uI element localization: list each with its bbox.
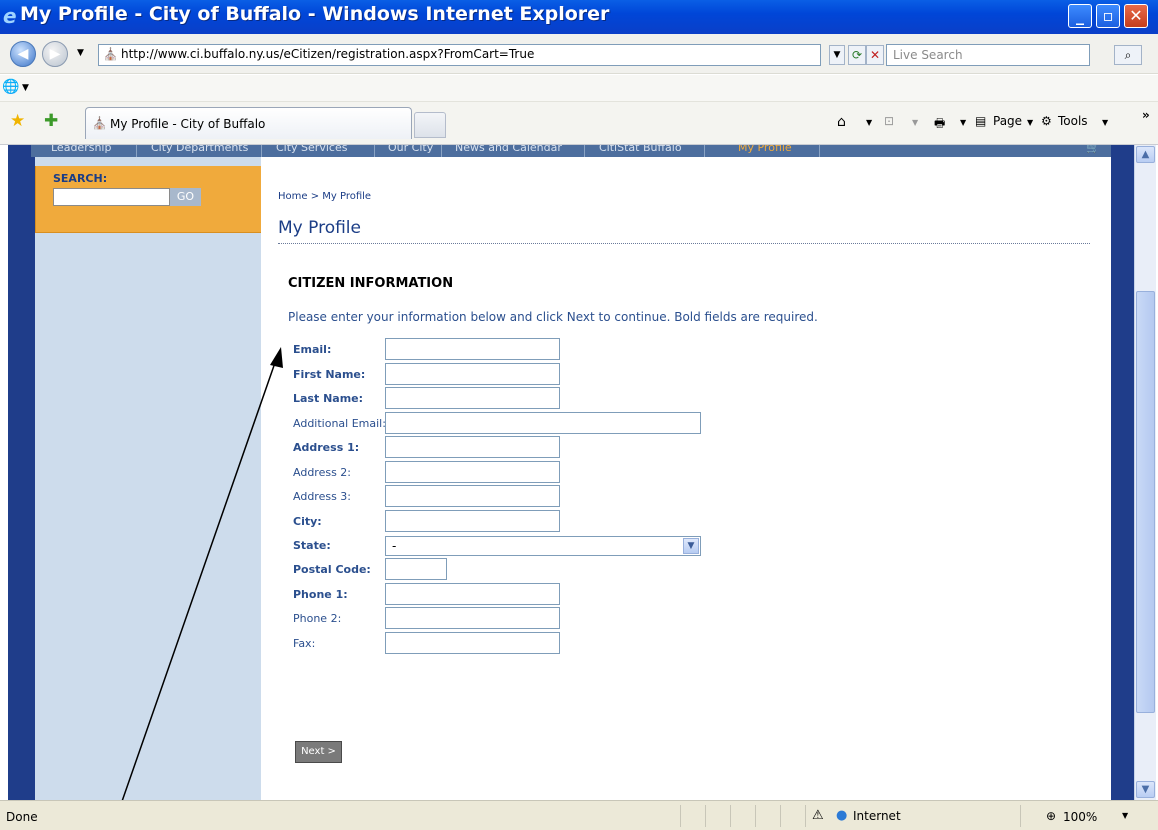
zone-label[interactable]: Internet	[853, 809, 901, 823]
status-text: Done	[6, 810, 38, 824]
annotation-arrow	[111, 347, 283, 830]
status-bar: Done ⚠ ● Internet ⊕ 100% ▼	[0, 800, 1158, 830]
protected-mode-icon[interactable]: ⚠	[812, 808, 824, 823]
zoom-icon[interactable]: ⊕	[1046, 809, 1056, 823]
internet-zone-icon: ●	[836, 808, 848, 823]
zoom-dropdown-icon[interactable]: ▼	[1122, 811, 1128, 820]
zoom-level[interactable]: 100%	[1063, 810, 1097, 824]
